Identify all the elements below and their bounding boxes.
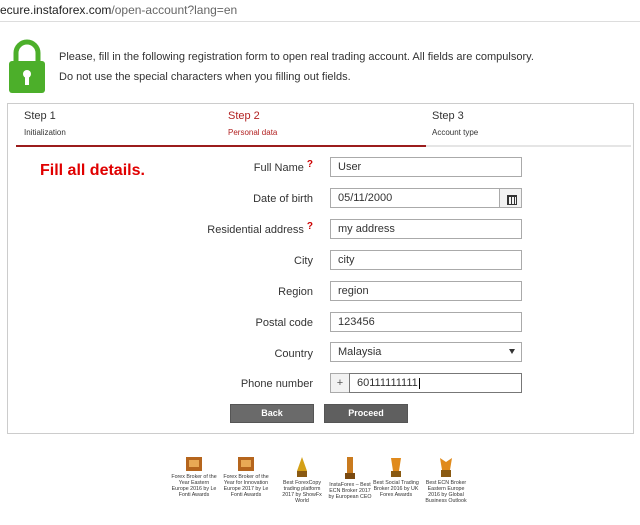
address-input[interactable]: my address [330, 219, 522, 239]
award-plaque-icon [238, 457, 254, 471]
full-name-label: Full Name? [253, 159, 313, 174]
step-progress-fill [16, 145, 427, 147]
chevron-down-icon [509, 349, 515, 354]
award-caption: Best ForexCopy trading platform 2017 by … [282, 480, 322, 504]
address-label-text: Residential address [207, 224, 304, 236]
step-3: Step 3 Account type [432, 110, 478, 137]
step-2-sub: Personal data [228, 128, 278, 137]
award-caption: Forex Broker of the Year for Innovation … [223, 474, 269, 498]
postal-code-label: Postal code [255, 317, 313, 329]
award-item: Best ForexCopy trading platform 2017 by … [278, 456, 326, 504]
award-item: Forex Broker of the Year Eastern Europe … [170, 456, 218, 498]
step-3-label: Step 3 [432, 110, 464, 122]
step-1: Step 1 Initialization [24, 110, 66, 137]
lock-icon [9, 39, 45, 93]
award-item: Best ECN Broker Eastern Europe 2016 by G… [422, 456, 470, 504]
awards-strip: Forex Broker of the Year Eastern Europe … [170, 456, 470, 525]
award-item: InstaForex – Best ECN Broker 2017 by Eur… [326, 456, 374, 500]
step-2-label: Step 2 [228, 110, 260, 122]
award-caption: InstaForex – Best ECN Broker 2017 by Eur… [328, 482, 372, 500]
award-item: Forex Broker of the Year for Innovation … [222, 456, 270, 498]
phone-label: Phone number [240, 378, 313, 390]
address-label: Residential address? [207, 221, 313, 236]
required-mark: ? [306, 221, 313, 232]
step-1-sub: Initialization [24, 128, 66, 137]
award-plaque-icon [186, 457, 202, 471]
full-name-input[interactable]: User [330, 157, 522, 177]
country-select[interactable]: Malaysia [330, 342, 522, 362]
step-progress-bar [16, 145, 631, 147]
back-button[interactable]: Back [230, 404, 314, 423]
phone-input[interactable]: 60111111111 [349, 373, 522, 393]
city-input[interactable]: city [330, 250, 522, 270]
intro-line-1: Please, fill in the following registrati… [59, 51, 534, 63]
award-caption: Best Social Trading Broker 2016 by UK Fo… [373, 480, 419, 498]
registration-card [7, 103, 634, 434]
proceed-button[interactable]: Proceed [324, 404, 408, 423]
dob-label: Date of birth [253, 193, 313, 205]
postal-code-input[interactable]: 123456 [330, 312, 522, 332]
phone-prefix: + [330, 373, 350, 393]
award-item: Best Social Trading Broker 2016 by UK Fo… [372, 456, 420, 498]
award-caption: Best ECN Broker Eastern Europe 2016 by G… [425, 480, 467, 504]
country-value: Malaysia [338, 346, 382, 358]
trophy-icon [440, 458, 452, 477]
step-indicator: Step 1 Initialization Step 2 Personal da… [16, 110, 631, 148]
url-path: /open-account?lang=en [111, 3, 238, 17]
required-mark: ? [306, 159, 313, 170]
phone-value: 60111111111 [357, 377, 418, 389]
intro-line-2: Do not use the special characters when y… [59, 71, 351, 83]
city-label: City [294, 255, 313, 267]
url-host: ecure.instaforex.com [0, 3, 112, 17]
trophy-icon [345, 457, 355, 479]
region-input[interactable]: region [330, 281, 522, 301]
intro-text: Please, fill in the following registrati… [59, 47, 534, 87]
text-caret [418, 377, 420, 389]
calendar-icon[interactable] [499, 188, 522, 208]
dob-input[interactable]: 05/11/2000 [330, 188, 500, 208]
country-label: Country [274, 348, 313, 360]
full-name-label-text: Full Name [253, 162, 304, 174]
trophy-icon [391, 458, 401, 477]
browser-address-bar[interactable]: ecure.instaforex.com/open-account?lang=e… [0, 0, 640, 22]
annotation-fill-all-details: Fill all details. [40, 162, 145, 179]
trophy-icon [297, 457, 307, 477]
url-text[interactable]: ecure.instaforex.com/open-account?lang=e… [0, 3, 237, 17]
region-label: Region [278, 286, 313, 298]
step-1-label: Step 1 [24, 110, 56, 122]
award-caption: Forex Broker of the Year Eastern Europe … [171, 474, 217, 498]
step-3-sub: Account type [432, 128, 479, 137]
step-2: Step 2 Personal data [228, 110, 277, 137]
